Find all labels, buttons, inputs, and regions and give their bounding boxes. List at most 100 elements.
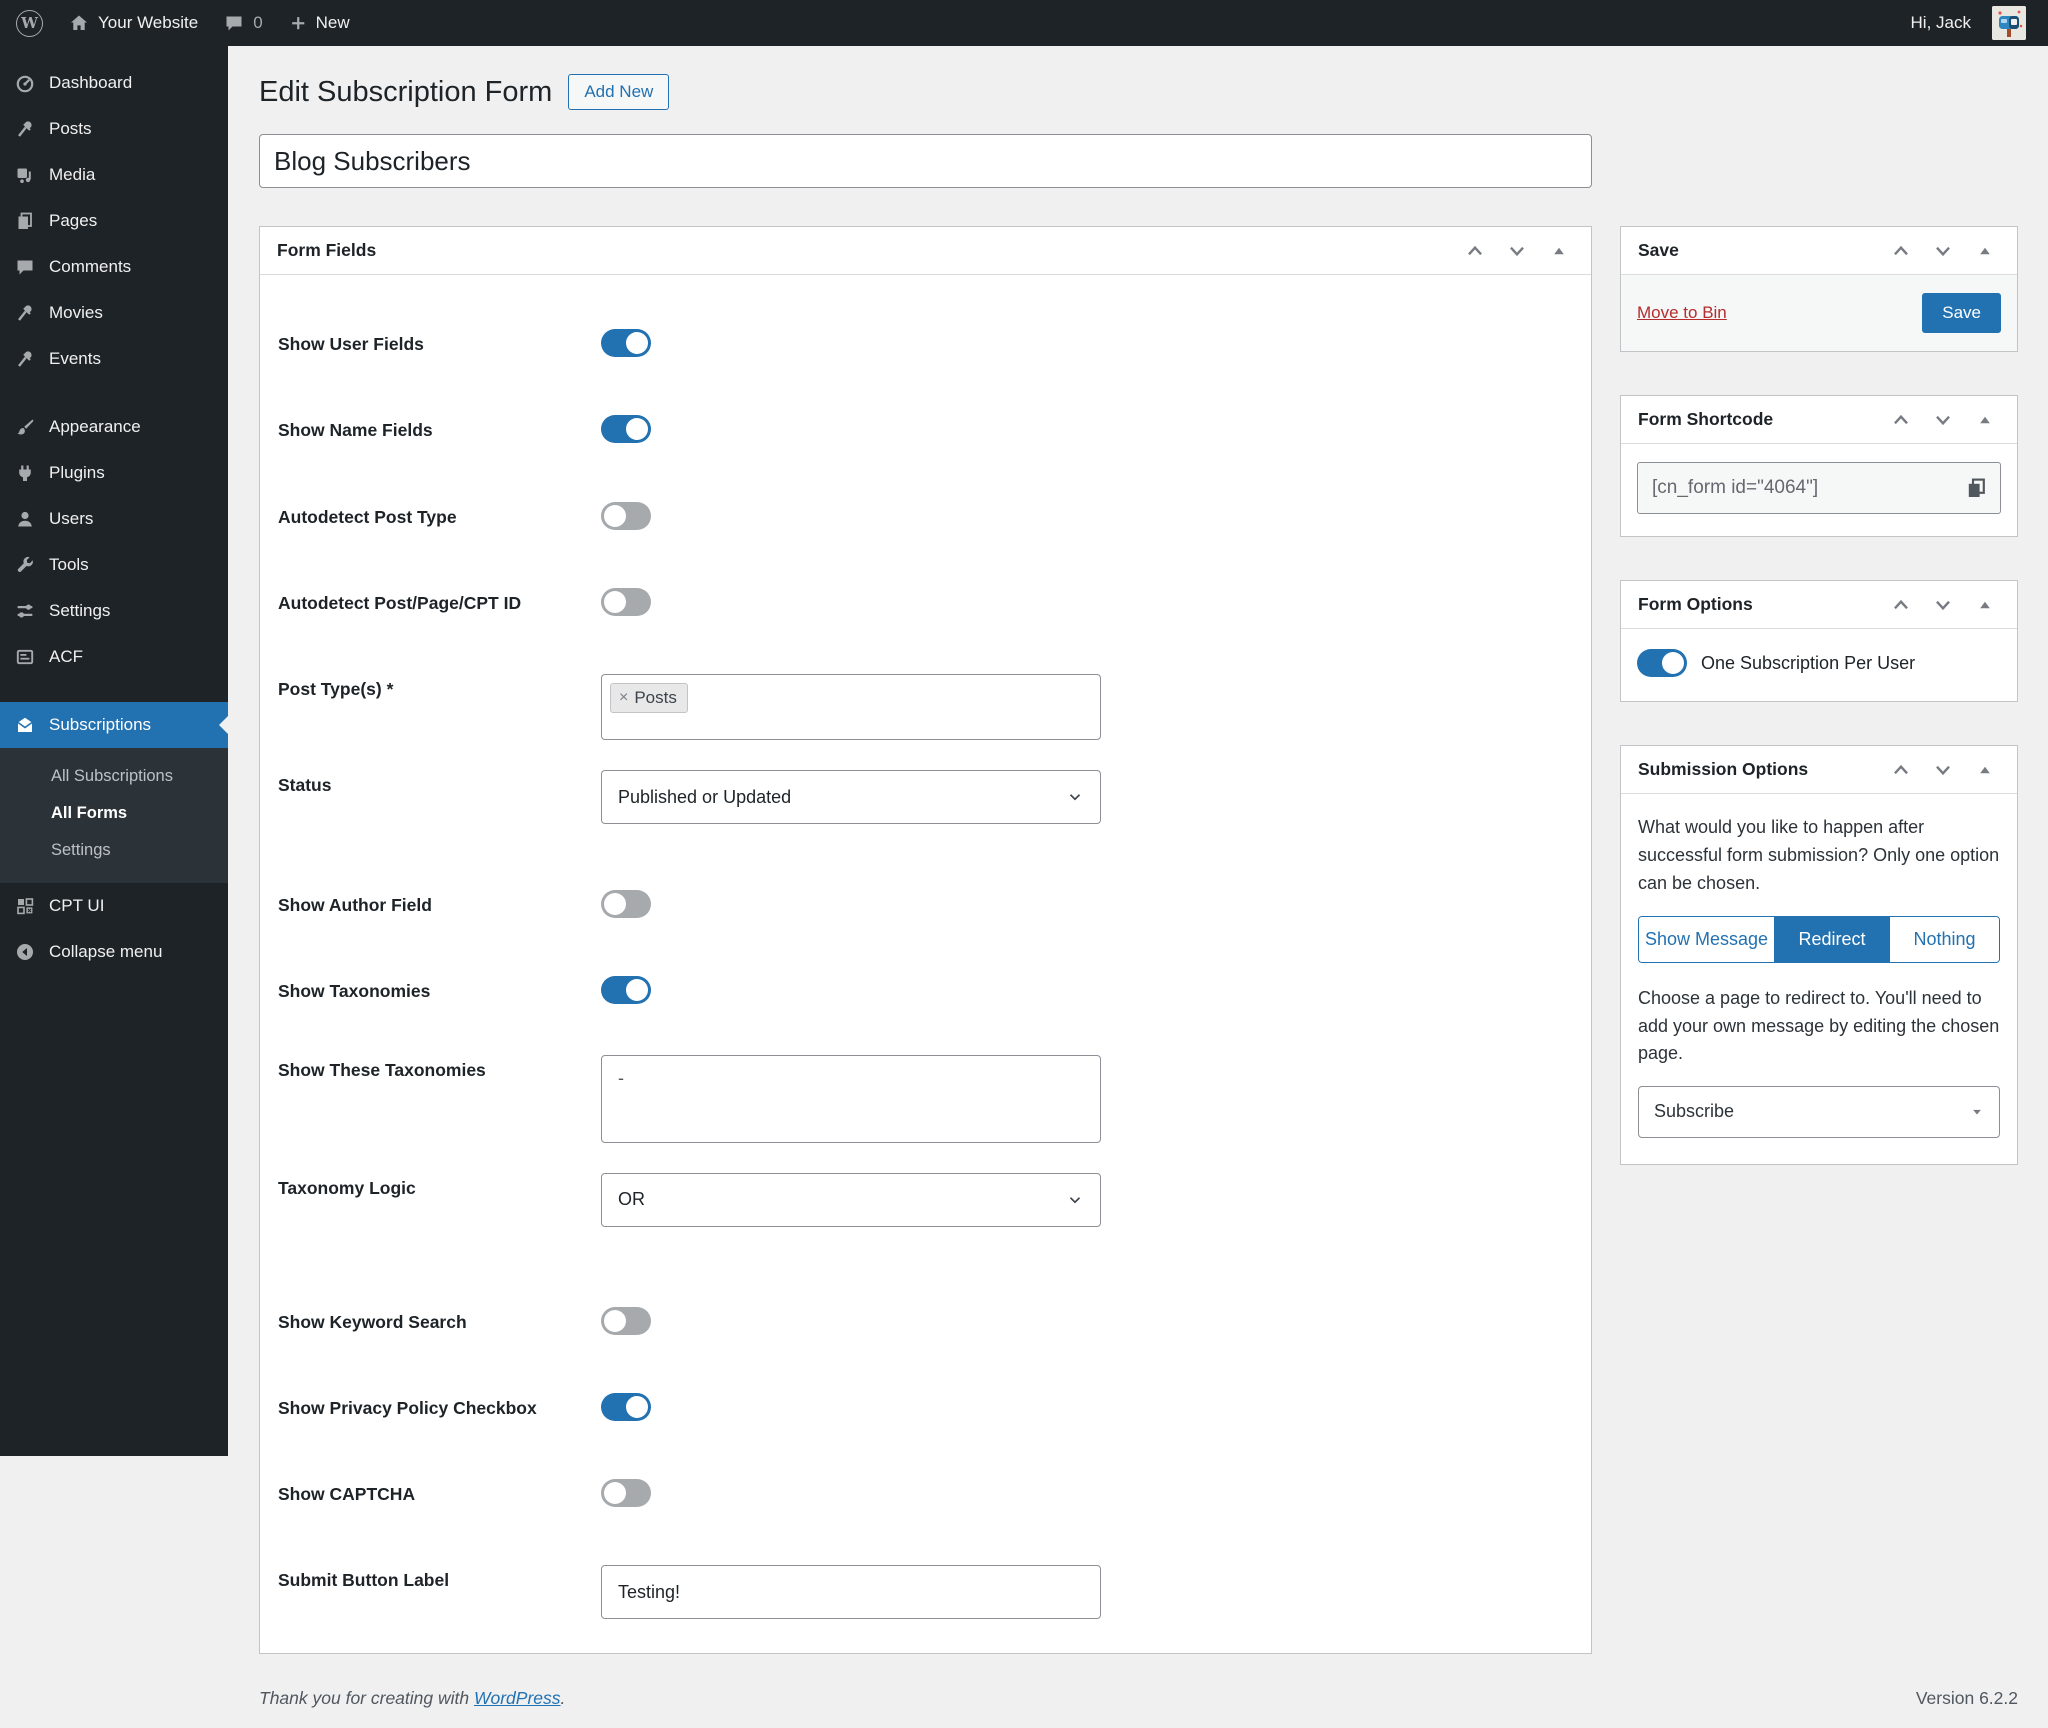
move-up-button[interactable] (1883, 587, 1919, 623)
pin-icon (14, 348, 36, 370)
show-privacy-policy-toggle[interactable] (601, 1392, 651, 1421)
comments-shortcut[interactable]: 0 (224, 13, 263, 33)
sidebar-item-users[interactable]: Users (0, 496, 228, 542)
sidebar-item-movies[interactable]: Movies (0, 290, 228, 336)
new-content-menu[interactable]: New (289, 13, 350, 33)
save-button[interactable]: Save (1922, 293, 2001, 333)
metabox-title: Form Fields (277, 240, 377, 260)
move-down-button[interactable] (1925, 752, 1961, 788)
pin-icon (14, 302, 36, 324)
move-up-button[interactable] (1457, 233, 1493, 269)
sidebar-item-collapse-menu[interactable]: Collapse menu (0, 929, 228, 975)
move-up-button[interactable] (1883, 402, 1919, 438)
sidebar-item-pages[interactable]: Pages (0, 198, 228, 244)
show-message-button[interactable]: Show Message (1639, 916, 1775, 962)
form-row: Show Keyword Search (278, 1306, 1573, 1335)
sidebar-item-acf[interactable]: ACF (0, 634, 228, 680)
move-up-button[interactable] (1883, 233, 1919, 269)
submenu-settings[interactable]: Settings (0, 832, 228, 869)
redirect-button[interactable]: Redirect (1774, 916, 1890, 962)
move-down-button[interactable] (1925, 587, 1961, 623)
form-row: Show Privacy Policy Checkbox (278, 1392, 1573, 1421)
sidebar-item-posts[interactable]: Posts (0, 106, 228, 152)
show-name-fields-toggle[interactable] (601, 415, 651, 444)
move-to-bin-link[interactable]: Move to Bin (1637, 303, 1727, 323)
copy-icon (1968, 478, 1985, 497)
wordpress-admin-page: W Your Website 0 New Hi, Jack Dashboard … (0, 0, 2048, 1728)
add-new-button[interactable]: Add New (568, 74, 670, 110)
sidebar-item-dashboard[interactable]: Dashboard (0, 60, 228, 106)
form-row: Show User Fields (278, 329, 1573, 357)
submission-options-metabox: Submission Options What would you like t… (1620, 745, 2018, 1166)
copy-shortcode-button[interactable] (1964, 476, 1988, 500)
remove-chip-icon[interactable]: × (619, 689, 628, 707)
sidebar-item-subscriptions[interactable]: Subscriptions (0, 702, 228, 748)
submit-button-label-input[interactable] (601, 1565, 1101, 1620)
nothing-button[interactable]: Nothing (1889, 916, 1999, 962)
visit-site-link[interactable]: Your Website (69, 13, 198, 33)
form-row: Submit Button Label (278, 1565, 1573, 1620)
collapse-toggle-button[interactable] (1967, 752, 2003, 788)
chevron-down-icon (1069, 794, 1081, 801)
shortcode-readonly-field[interactable]: [cn_form id="4064"] (1637, 462, 2001, 514)
show-these-taxonomies-box[interactable]: - (601, 1054, 1101, 1143)
autodetect-post-id-toggle[interactable] (601, 587, 651, 616)
form-row: Taxonomy Logic OR (278, 1172, 1573, 1227)
account-menu[interactable]: Hi, Jack (1911, 6, 2026, 40)
form-row: Autodetect Post Type (278, 501, 1573, 530)
submission-mode-button-group: Show Message Redirect Nothing (1638, 915, 2000, 963)
show-user-fields-toggle[interactable] (601, 329, 651, 357)
sidebar-item-settings[interactable]: Settings (0, 588, 228, 634)
sidebar-item-appearance[interactable]: Appearance (0, 404, 228, 450)
collapse-toggle-button[interactable] (1967, 402, 2003, 438)
sidebar-item-plugins[interactable]: Plugins (0, 450, 228, 496)
admin-sidebar: Dashboard Posts Media Pages Comments Mov… (0, 46, 228, 1456)
status-select[interactable]: Published or Updated (601, 770, 1101, 824)
sidebar-item-comments[interactable]: Comments (0, 244, 228, 290)
metabox-title: Submission Options (1638, 759, 1809, 779)
comments-icon (14, 256, 36, 278)
show-keyword-search-toggle[interactable] (601, 1306, 651, 1335)
save-metabox: Save Move to Bin Save (1620, 226, 2018, 352)
wordpress-link[interactable]: WordPress (474, 1688, 561, 1708)
collapse-toggle-button[interactable] (1967, 233, 2003, 269)
submenu-all-forms[interactable]: All Forms (0, 795, 228, 832)
metabox-title: Save (1638, 240, 1679, 260)
submenu-all-subscriptions[interactable]: All Subscriptions (0, 758, 228, 795)
redirect-page-select[interactable]: Subscribe (1638, 1086, 2000, 1139)
sidebar-item-events[interactable]: Events (0, 336, 228, 382)
sidebar-item-tools[interactable]: Tools (0, 542, 228, 588)
move-down-button[interactable] (1499, 233, 1535, 269)
sidebar-item-cpt-ui[interactable]: CPT UI (0, 883, 228, 929)
media-icon (14, 164, 36, 186)
move-down-button[interactable] (1925, 233, 1961, 269)
form-row: Autodetect Post/Page/CPT ID (278, 587, 1573, 616)
move-up-button[interactable] (1883, 752, 1919, 788)
wordpress-logo-menu[interactable]: W (16, 9, 43, 37)
collapse-toggle-button[interactable] (1541, 233, 1577, 269)
form-row: Show These Taxonomies - (278, 1054, 1573, 1143)
wrench-icon (14, 554, 36, 576)
toggle-label: One Subscription Per User (1701, 652, 1916, 673)
cpt-ui-grid-icon (14, 895, 36, 917)
sliders-icon (14, 600, 36, 622)
wordpress-logo-icon: W (16, 9, 43, 37)
taxonomy-logic-select[interactable]: OR (601, 1172, 1101, 1227)
sidebar-item-media[interactable]: Media (0, 152, 228, 198)
autodetect-post-type-toggle[interactable] (601, 501, 651, 530)
form-row: Show Taxonomies (278, 976, 1573, 1005)
envelope-icon (14, 714, 36, 736)
show-author-field-toggle[interactable] (601, 890, 651, 918)
post-types-tag-input[interactable]: × Posts (601, 674, 1101, 740)
move-down-button[interactable] (1925, 402, 1961, 438)
show-captcha-toggle[interactable] (601, 1479, 651, 1507)
collapse-toggle-button[interactable] (1967, 587, 2003, 623)
form-row: Show Author Field (278, 890, 1573, 918)
plug-icon (14, 462, 36, 484)
form-row: Show CAPTCHA (278, 1479, 1573, 1507)
comment-bubble-icon (224, 13, 244, 33)
form-title-input[interactable] (259, 134, 1592, 188)
one-subscription-per-user-toggle[interactable] (1637, 649, 1687, 677)
new-label: New (315, 13, 350, 32)
show-taxonomies-toggle[interactable] (601, 976, 651, 1005)
